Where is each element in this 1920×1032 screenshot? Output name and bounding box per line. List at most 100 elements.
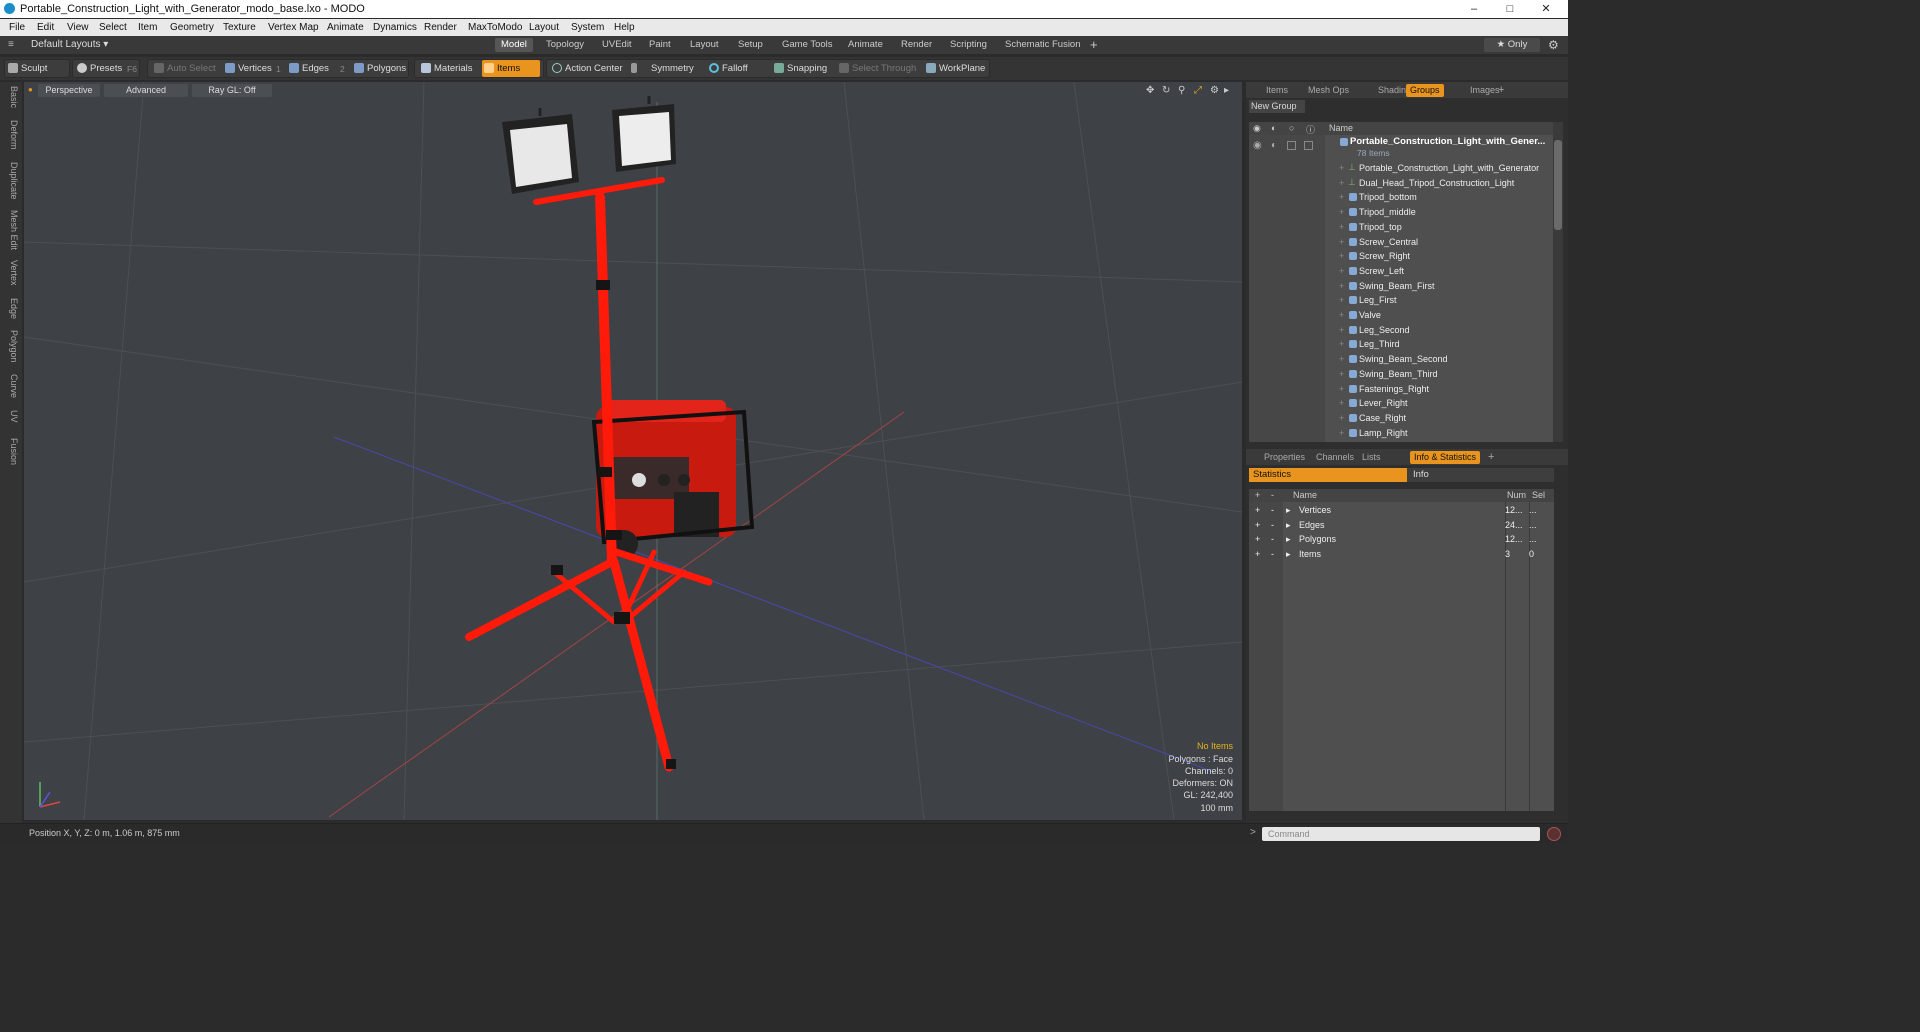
expand-icon[interactable]: + — [1339, 293, 1344, 307]
expand-icon[interactable]: + — [1339, 426, 1344, 440]
list-item[interactable]: + Case_Right — [1249, 411, 1554, 426]
sidebar-tab-uv[interactable]: UV — [2, 410, 19, 423]
menu-layout[interactable]: Layout — [529, 22, 559, 33]
fit-icon[interactable]: ⤢ — [1194, 85, 1205, 96]
expand-icon[interactable]: + — [1339, 323, 1344, 337]
tab-setup[interactable]: Setup — [732, 38, 769, 52]
list-item[interactable]: + Tripod_top — [1249, 220, 1554, 235]
group-lock-icon[interactable]: ◐ — [1271, 140, 1277, 151]
sidebar-tab-basic[interactable]: Basic — [2, 86, 19, 108]
raygl-toggle[interactable]: Ray GL: Off — [192, 84, 272, 97]
viewport-expand-icon[interactable]: ▸ — [1224, 85, 1235, 96]
list-item[interactable]: + Swing_Beam_First — [1249, 279, 1554, 294]
tab-game-tools[interactable]: Game Tools — [776, 38, 839, 52]
auto-select-button[interactable]: Auto Select — [152, 60, 216, 77]
menu-geometry[interactable]: Geometry — [170, 22, 214, 33]
expand-icon[interactable]: + — [1339, 367, 1344, 381]
polygons-button[interactable]: Polygons — [352, 60, 406, 77]
list-item[interactable]: + Screw_Central — [1249, 235, 1554, 250]
list-item[interactable]: + Lamp_Right — [1249, 426, 1554, 441]
menu-view[interactable]: View — [67, 22, 89, 33]
row-remove-icon[interactable]: - — [1271, 503, 1274, 517]
sidebar-tab-polygon[interactable]: Polygon — [2, 330, 19, 363]
materials-button[interactable]: Materials — [419, 60, 473, 77]
zoom-icon[interactable]: ⚲ — [1178, 85, 1189, 96]
items-button[interactable]: Items — [482, 60, 540, 77]
menu-animate[interactable]: Animate — [327, 22, 364, 33]
table-row[interactable]: + - ▸ Edges 24...... — [1249, 518, 1554, 533]
table-row[interactable]: + - ▸ Polygons 12...... — [1249, 532, 1554, 547]
row-add-icon[interactable]: + — [1255, 532, 1260, 546]
sidebar-tab-deform[interactable]: Deform — [2, 120, 19, 150]
row-remove-icon[interactable]: - — [1271, 547, 1274, 561]
list-item[interactable]: + Screw_Left — [1249, 264, 1554, 279]
row-add-icon[interactable]: + — [1255, 518, 1260, 532]
expand-icon[interactable]: + — [1339, 396, 1344, 410]
tab-uvedit[interactable]: UVEdit — [596, 38, 638, 52]
edges-button[interactable]: Edges — [287, 60, 329, 77]
expand-icon[interactable]: + — [1339, 308, 1344, 322]
sidebar-tab-vertex[interactable]: Vertex — [2, 260, 19, 286]
menu-system[interactable]: System — [571, 22, 604, 33]
minimize-icon[interactable]: – — [1465, 1, 1483, 17]
tab-mesh-ops[interactable]: Mesh Ops — [1304, 84, 1353, 97]
expand-icon[interactable]: + — [1339, 382, 1344, 396]
tab-lists[interactable]: Lists — [1358, 451, 1385, 464]
menu-maxtomodo[interactable]: MaxToModo — [468, 22, 522, 33]
menu-file[interactable]: File — [9, 22, 25, 33]
expand-icon[interactable]: + — [1339, 352, 1344, 366]
gear-icon[interactable]: ⚙ — [1548, 38, 1559, 52]
sidebar-tab-fusion[interactable]: Fusion — [2, 438, 19, 465]
tab-groups[interactable]: Groups — [1406, 84, 1444, 97]
only-toggle[interactable]: ★ Only — [1484, 38, 1540, 52]
list-item[interactable]: + Fastenings_Right — [1249, 382, 1554, 397]
row-add-icon[interactable]: + — [1255, 503, 1260, 517]
sculpt-button[interactable]: Sculpt — [6, 60, 47, 77]
group-visibility-icon[interactable]: ◉ — [1253, 140, 1262, 151]
menu-dynamics[interactable]: Dynamics — [373, 22, 417, 33]
expand-icon[interactable]: + — [1339, 264, 1344, 278]
viewport-settings-icon[interactable]: ⚙ — [1210, 85, 1221, 96]
select-through-button[interactable]: Select Through — [837, 60, 916, 77]
symmetry-button[interactable]: Symmetry — [629, 60, 694, 77]
subtab-statistics[interactable]: Statistics — [1249, 468, 1407, 482]
tab-items[interactable]: Items — [1262, 84, 1292, 97]
group-row[interactable]: ◉ ◐ Portable_Construction_Light_with_Gen… — [1249, 136, 1554, 160]
list-item[interactable]: + Swing_Beam_Second — [1249, 352, 1554, 367]
expand-icon[interactable]: + — [1339, 411, 1344, 425]
expand-icon[interactable]: + — [1339, 205, 1344, 219]
lock-icon[interactable]: ◐ — [1271, 123, 1276, 133]
row-expand-icon[interactable]: ▸ — [1286, 532, 1291, 546]
viewport-menu-icon[interactable]: ● — [28, 85, 33, 94]
menu-vertex-map[interactable]: Vertex Map — [268, 22, 319, 33]
row-add-icon[interactable]: + — [1255, 547, 1260, 561]
row-remove-icon[interactable]: - — [1271, 532, 1274, 546]
pan-icon[interactable]: ✥ — [1146, 85, 1157, 96]
row-remove-icon[interactable]: - — [1271, 518, 1274, 532]
list-item[interactable]: + Tripod_bottom — [1249, 190, 1554, 205]
add-tab-button[interactable]: + — [1084, 38, 1104, 52]
row-expand-icon[interactable]: ▸ — [1286, 518, 1291, 532]
new-group-button[interactable]: New Group — [1249, 100, 1305, 113]
expand-icon[interactable]: + — [1339, 220, 1344, 234]
shading-dropdown[interactable]: Advanced — [104, 84, 188, 97]
tab-render[interactable]: Render — [895, 38, 938, 52]
list-item[interactable]: + ⊥ Dual_Head_Tripod_Construction_Light — [1249, 176, 1554, 191]
snapping-button[interactable]: Snapping — [772, 60, 827, 77]
falloff-button[interactable]: Falloff — [707, 60, 748, 77]
tab-scripting[interactable]: Scripting — [944, 38, 993, 52]
expand-icon[interactable]: + — [1339, 279, 1344, 293]
row-expand-icon[interactable]: ▸ — [1286, 503, 1291, 517]
group-select-checkbox[interactable] — [1287, 141, 1296, 150]
menu-edit[interactable]: Edit — [37, 22, 54, 33]
view-type-dropdown[interactable]: Perspective — [38, 84, 100, 97]
record-macro-icon[interactable] — [1547, 827, 1561, 841]
list-item[interactable]: + Leg_Third — [1249, 337, 1554, 352]
table-row[interactable]: + - ▸ Vertices 12...... — [1249, 503, 1554, 518]
layout-menu-icon[interactable]: ≡ — [8, 39, 14, 50]
tab-model[interactable]: Model — [495, 38, 533, 52]
3d-viewport[interactable]: ● Perspective Advanced Ray GL: Off ✥ ↻ ⚲… — [24, 82, 1242, 820]
eye-icon[interactable]: ◉ — [1253, 123, 1261, 134]
sidebar-tab-duplicate[interactable]: Duplicate — [2, 162, 19, 200]
sidebar-tab-mesh-edit[interactable]: Mesh Edit — [2, 210, 19, 250]
